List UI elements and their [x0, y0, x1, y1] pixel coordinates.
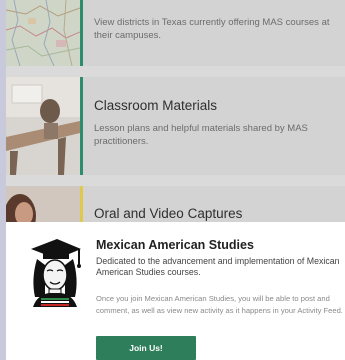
classroom-thumbnail — [6, 77, 80, 175]
join-us-button[interactable]: Join Us! — [96, 336, 196, 360]
card-title: Oral and Video Captures — [94, 206, 243, 221]
map-thumbnail — [6, 0, 80, 66]
card-title: Classroom Materials — [94, 98, 218, 113]
resource-card-districts-map[interactable]: View districts in Texas currently offeri… — [6, 0, 345, 66]
mas-graduate-logo — [23, 235, 85, 307]
card-description: View districts in Texas currently offeri… — [94, 17, 330, 41]
resource-card-classroom-materials[interactable]: Classroom Materials Lesson plans and hel… — [6, 77, 345, 175]
card-accent-bar — [80, 77, 83, 175]
group-join-panel: Mexican American Studies Dedicated to th… — [6, 222, 345, 360]
group-title: Mexican American Studies — [96, 238, 254, 252]
group-subtitle: Dedicated to the advancement and impleme… — [96, 256, 340, 277]
card-accent-bar — [80, 0, 83, 66]
group-join-info: Once you join Mexican American Studies, … — [96, 294, 343, 315]
card-description: Lesson plans and helpful materials share… — [94, 123, 308, 147]
